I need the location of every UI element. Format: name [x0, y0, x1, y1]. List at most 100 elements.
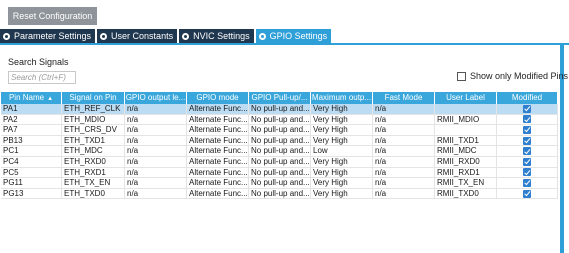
cell-fast: n/a: [373, 188, 435, 199]
sort-up-icon: ▲: [47, 96, 54, 102]
checkbox-checked-icon[interactable]: [523, 178, 531, 187]
cell-mode: Alternate Func...: [189, 114, 249, 125]
column-header-modified[interactable]: Modified: [497, 92, 558, 104]
search-signals-title: Search Signals: [8, 57, 69, 67]
cell-mode: Alternate Func...: [189, 146, 249, 156]
cell-mode: Alternate Func...: [189, 104, 249, 114]
checkbox-checked-icon[interactable]: [523, 157, 531, 166]
cell-pin: PC1: [1, 146, 62, 156]
show-modified-toggle[interactable]: Show only Modified Pins: [457, 71, 568, 81]
cell-speed: Low: [311, 146, 373, 156]
reset-configuration-button[interactable]: Reset Configuration: [8, 7, 97, 25]
cell-modified: [497, 125, 558, 135]
checkbox-checked-icon[interactable]: [523, 189, 531, 198]
cell-pin: PA7: [1, 125, 62, 135]
column-header-pull[interactable]: GPIO Pull-up/...: [249, 92, 311, 104]
radio-dot-icon: [100, 32, 108, 40]
table-header: Pin Name ▲ Signal on Pin GPIO output le..…: [1, 92, 558, 104]
cell-output: n/a: [125, 156, 187, 167]
cell-modified: [497, 178, 558, 188]
cell-speed: Very High: [311, 156, 373, 167]
cell-pin: PC5: [1, 167, 62, 178]
cell-fast: n/a: [373, 135, 435, 146]
gpio-pin-table: Pin Name ▲ Signal on Pin GPIO output le..…: [1, 92, 558, 200]
cell-speed: Very High: [311, 104, 373, 114]
cell-speed: Very High: [311, 178, 373, 188]
tab-nvic-settings[interactable]: NVIC Settings: [179, 29, 254, 43]
cell-label: RMII_RXD0: [435, 156, 497, 167]
cell-speed: Very High: [311, 188, 373, 199]
checkbox-checked-icon[interactable]: [523, 168, 531, 177]
tab-gpio-settings[interactable]: GPIO Settings: [255, 29, 332, 43]
cell-pull: No pull-up and...: [251, 135, 311, 146]
cell-signal: ETH_TXD0: [62, 188, 125, 199]
cell-modified: [497, 167, 558, 178]
cell-pin: PA1: [1, 104, 62, 114]
cell-mode: Alternate Func...: [189, 178, 249, 188]
cell-label: RMII_TX_EN: [435, 178, 497, 188]
cell-label: [435, 125, 497, 135]
column-header-pin-name[interactable]: Pin Name ▲: [1, 92, 62, 104]
cell-pin: PG11: [1, 178, 62, 188]
checkbox-checked-icon[interactable]: [523, 104, 531, 113]
checkbox-checked-icon[interactable]: [523, 125, 531, 134]
cell-label: RMII_MDC: [435, 146, 497, 156]
cell-fast: n/a: [373, 178, 435, 188]
radio-dot-icon: [182, 32, 190, 40]
cell-label: RMII_RXD1: [435, 167, 497, 178]
tab-label: User Constants: [111, 31, 174, 41]
cell-fast: n/a: [373, 114, 435, 125]
column-header-signal[interactable]: Signal on Pin: [62, 92, 125, 104]
table-row[interactable]: PC1 ETH_MDC n/a Alternate Func... No pul…: [1, 146, 558, 157]
cell-pin: PC4: [1, 156, 62, 167]
column-header-gpio-mode[interactable]: GPIO mode: [187, 92, 249, 104]
cell-signal: ETH_MDC: [62, 146, 125, 156]
checkbox-unchecked-icon[interactable]: [457, 71, 466, 81]
table-row[interactable]: PG13 ETH_TXD0 n/a Alternate Func... No p…: [1, 188, 558, 200]
cell-pin: PG13: [1, 188, 62, 199]
checkbox-checked-icon[interactable]: [523, 115, 531, 124]
search-input[interactable]: [8, 71, 76, 84]
cell-fast: n/a: [373, 156, 435, 167]
tab-label: NVIC Settings: [193, 31, 250, 41]
cell-mode: Alternate Func...: [189, 135, 249, 146]
cell-mode: Alternate Func...: [189, 125, 249, 135]
show-modified-label: Show only Modified Pins: [470, 71, 569, 81]
checkbox-checked-icon[interactable]: [523, 136, 531, 145]
column-header-max-speed[interactable]: Maximum outp...: [311, 92, 373, 104]
table-row[interactable]: PC4 ETH_RXD0 n/a Alternate Func... No pu…: [1, 156, 558, 168]
cell-output: n/a: [125, 135, 187, 146]
cell-speed: Very High: [311, 135, 373, 146]
cell-signal: ETH_TXD1: [62, 135, 125, 146]
table-row[interactable]: PB13 ETH_TXD1 n/a Alternate Func... No p…: [1, 135, 558, 147]
column-header-fast-mode[interactable]: Fast Mode: [373, 92, 435, 104]
checkbox-checked-icon[interactable]: [523, 147, 531, 156]
cell-pull: No pull-up and...: [251, 114, 311, 125]
column-header-output-level[interactable]: GPIO output le...: [125, 92, 187, 104]
cell-modified: [497, 188, 558, 199]
table-row[interactable]: PA7 ETH_CRS_DV n/a Alternate Func... No …: [1, 125, 558, 136]
table-row[interactable]: PC5 ETH_RXD1 n/a Alternate Func... No pu…: [1, 167, 558, 179]
cell-signal: ETH_TX_EN: [62, 178, 125, 188]
cell-fast: n/a: [373, 104, 435, 114]
tab-parameter-settings[interactable]: Parameter Settings: [0, 29, 96, 43]
table-row[interactable]: PG11 ETH_TX_EN n/a Alternate Func... No …: [1, 178, 558, 189]
cell-signal: ETH_CRS_DV: [62, 125, 125, 135]
table-row[interactable]: PA2 ETH_MDIO n/a Alternate Func... No pu…: [1, 114, 558, 126]
cell-fast: n/a: [373, 146, 435, 156]
cell-label: [435, 104, 497, 114]
tab-label: GPIO Settings: [269, 31, 328, 41]
cell-output: n/a: [125, 114, 187, 125]
top-toolbar: Reset Configuration: [0, 0, 569, 30]
tab-user-constants[interactable]: User Constants: [97, 29, 178, 43]
cell-modified: [497, 135, 558, 146]
cell-pin: PA2: [1, 114, 62, 125]
cell-pull: No pull-up and...: [251, 104, 311, 114]
cell-mode: Alternate Func...: [189, 167, 249, 178]
table-row[interactable]: PA1 ETH_REF_CLK n/a Alternate Func... No…: [1, 104, 558, 115]
cell-output: n/a: [125, 146, 187, 156]
column-header-user-label[interactable]: User Label: [435, 92, 497, 104]
cell-signal: ETH_MDIO: [62, 114, 125, 125]
cell-output: n/a: [125, 167, 187, 178]
cell-mode: Alternate Func...: [189, 156, 249, 167]
